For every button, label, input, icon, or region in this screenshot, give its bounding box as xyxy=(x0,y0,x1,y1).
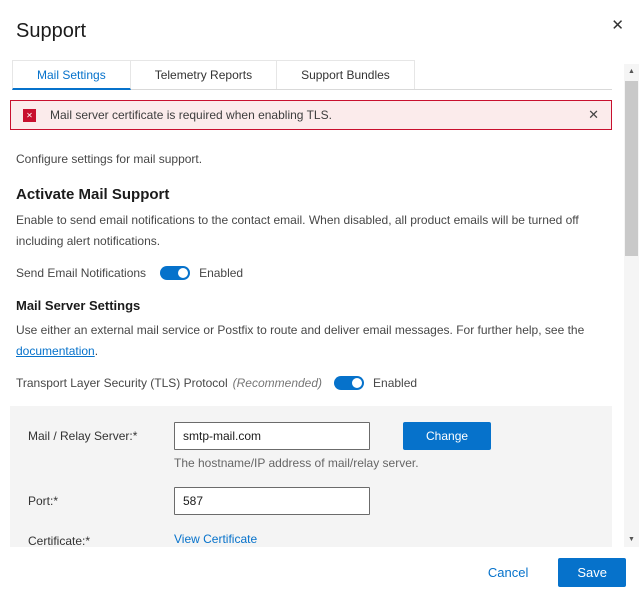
port-label: Port:* xyxy=(28,494,174,508)
cancel-button[interactable]: Cancel xyxy=(488,565,528,580)
mail-server-settings-description: Use either an external mail service or P… xyxy=(12,320,612,362)
mail-relay-server-input[interactable] xyxy=(174,422,370,450)
activate-mail-support-description: Enable to send email notifications to th… xyxy=(12,210,612,252)
port-row: Port:* xyxy=(28,487,594,515)
mail-relay-server-row: Mail / Relay Server:* Change xyxy=(28,422,594,450)
scroll-up-icon[interactable]: ▲ xyxy=(624,64,639,79)
description-text: Use either an external mail service or P… xyxy=(16,323,584,337)
change-button[interactable]: Change xyxy=(403,422,491,450)
dialog-title: Support xyxy=(16,20,624,43)
tab-mail-settings[interactable]: Mail Settings xyxy=(12,60,131,90)
view-certificate-link[interactable]: View Certificate xyxy=(174,532,334,546)
tab-label: Mail Settings xyxy=(37,68,106,82)
close-icon[interactable]: ✕ xyxy=(611,18,624,33)
send-email-notifications-row: Send Email Notifications Enabled xyxy=(12,266,612,280)
alert-dismiss-icon[interactable]: ✕ xyxy=(586,107,601,123)
certificate-label: Certificate:* xyxy=(28,532,174,548)
error-message: Mail server certificate is required when… xyxy=(50,108,586,122)
save-button[interactable]: Save xyxy=(558,558,626,587)
error-banner: ✕ Mail server certificate is required wh… xyxy=(10,100,612,130)
vertical-scrollbar[interactable]: ▲ ▼ xyxy=(624,64,639,547)
tls-protocol-label: Transport Layer Security (TLS) Protocol xyxy=(16,376,228,390)
dialog-footer: Cancel Save xyxy=(0,547,640,597)
mail-relay-server-help: The hostname/IP address of mail/relay se… xyxy=(174,456,594,470)
support-dialog: Support ✕ Mail Settings Telemetry Report… xyxy=(0,0,640,597)
send-email-notifications-toggle[interactable] xyxy=(160,266,190,280)
dialog-header: Support ✕ xyxy=(0,0,640,43)
tab-telemetry-reports[interactable]: Telemetry Reports xyxy=(131,60,277,89)
error-icon: ✕ xyxy=(23,109,36,122)
tls-protocol-row: Transport Layer Security (TLS) Protocol … xyxy=(12,376,612,390)
dialog-content: Mail Settings Telemetry Reports Support … xyxy=(0,60,640,582)
tls-protocol-state: Enabled xyxy=(373,376,417,390)
tab-bar: Mail Settings Telemetry Reports Support … xyxy=(12,60,612,90)
tab-label: Telemetry Reports xyxy=(155,68,252,82)
documentation-link[interactable]: documentation xyxy=(16,344,95,358)
description-text-end: . xyxy=(95,344,98,358)
intro-text: Configure settings for mail support. xyxy=(12,152,612,166)
tab-support-bundles[interactable]: Support Bundles xyxy=(277,60,415,89)
port-input[interactable] xyxy=(174,487,370,515)
scrollbar-thumb[interactable] xyxy=(625,81,638,256)
send-email-notifications-label: Send Email Notifications xyxy=(16,266,146,280)
tab-label: Support Bundles xyxy=(301,68,390,82)
tls-recommended-hint: (Recommended) xyxy=(233,376,322,390)
mail-relay-server-label: Mail / Relay Server:* xyxy=(28,429,174,443)
tls-protocol-toggle[interactable] xyxy=(334,376,364,390)
scroll-down-icon[interactable]: ▼ xyxy=(624,532,639,547)
activate-mail-support-heading: Activate Mail Support xyxy=(12,186,612,203)
mail-server-settings-heading: Mail Server Settings xyxy=(12,298,612,313)
send-email-notifications-state: Enabled xyxy=(199,266,243,280)
